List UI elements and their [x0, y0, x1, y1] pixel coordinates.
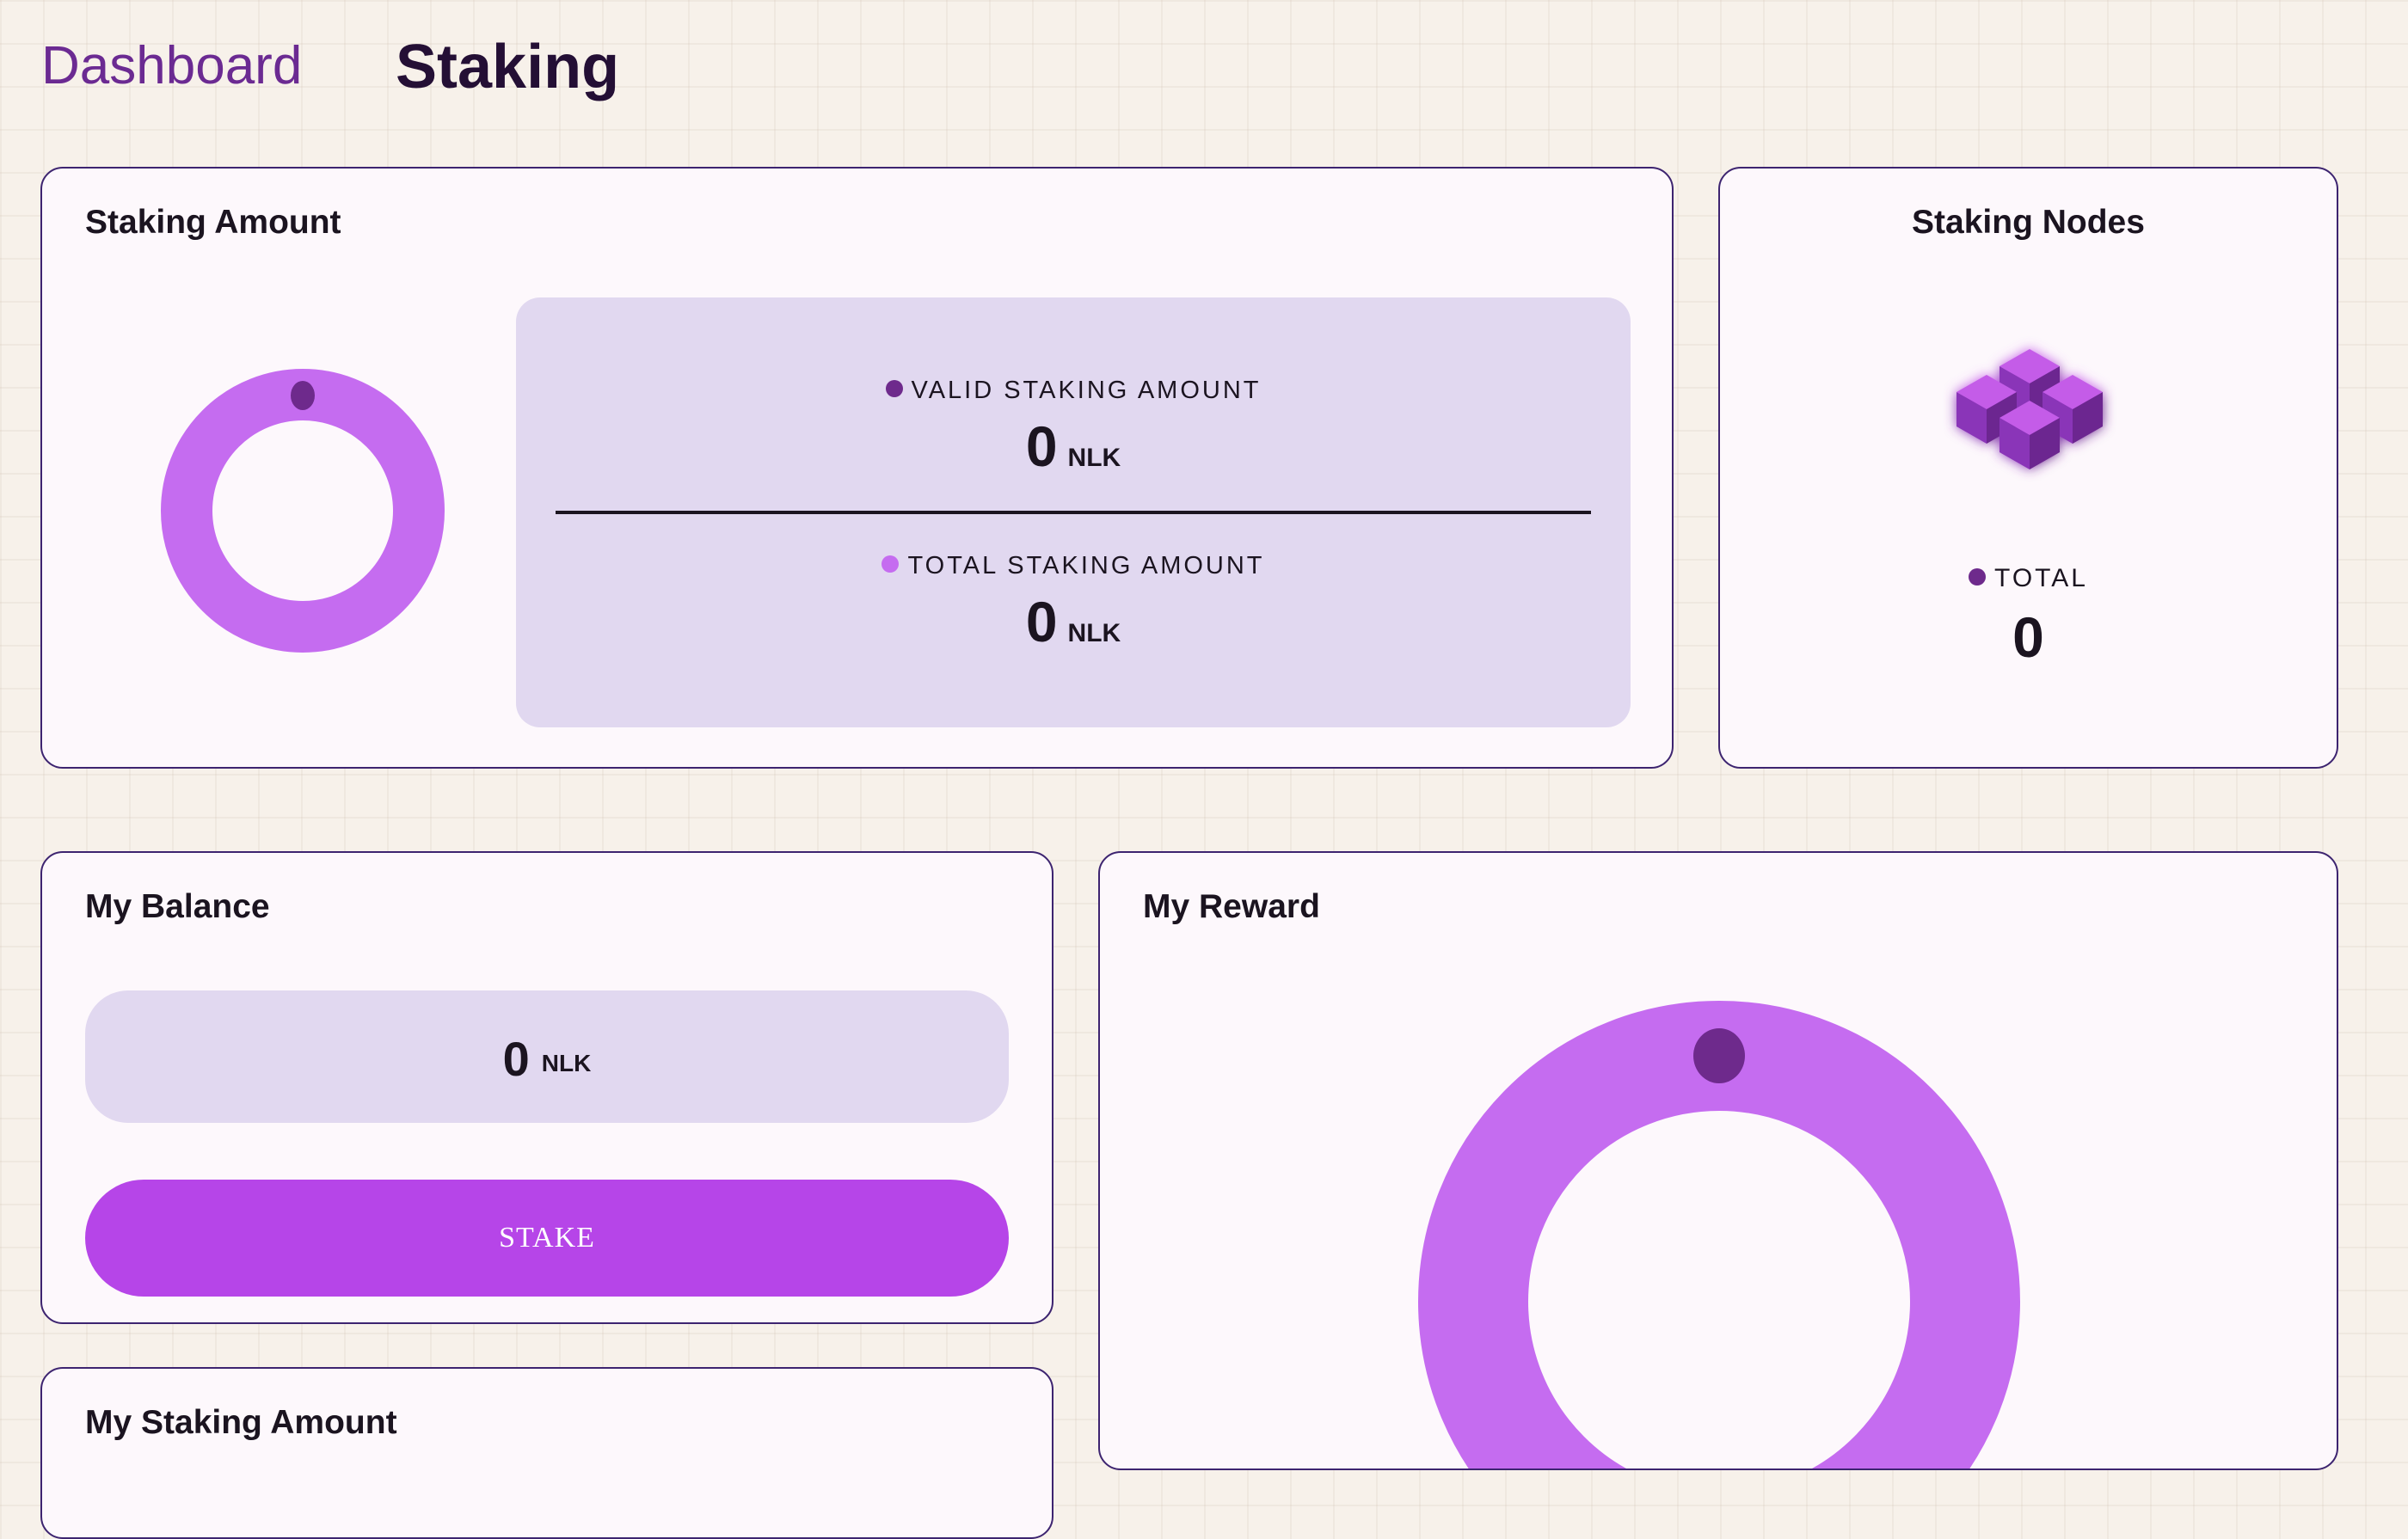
- my-staking-amount-card: My Staking Amount: [40, 1367, 1054, 1539]
- staking-stats-panel: VALID STAKING AMOUNT 0 NLK TOTAL STAKING …: [516, 297, 1631, 727]
- valid-staking-value-row: 0 NLK: [516, 418, 1631, 475]
- my-balance-card: My Balance 0 NLK STAKE: [40, 851, 1054, 1324]
- balance-value: 0: [502, 1031, 530, 1086]
- my-staking-amount-title: My Staking Amount: [85, 1404, 397, 1441]
- staking-amount-donut-chart: [161, 369, 445, 653]
- valid-staking-label-row: VALID STAKING AMOUNT: [516, 377, 1631, 405]
- staking-amount-title: Staking Amount: [85, 204, 341, 241]
- valid-staking-value: 0: [1025, 414, 1058, 478]
- nodes-total-dot-icon: [1969, 568, 1987, 586]
- total-dot-icon: [882, 555, 900, 573]
- valid-dot-icon: [885, 380, 903, 397]
- page-title: Staking: [396, 33, 620, 101]
- reward-donut-ring: [1418, 1001, 2020, 1468]
- balance-unit: NLK: [541, 1050, 592, 1076]
- valid-staking-unit: NLK: [1067, 444, 1121, 472]
- staking-donut-ring: [161, 369, 445, 653]
- nodes-total-value: 0: [2012, 605, 2044, 669]
- my-reward-donut-chart: [1418, 1001, 2020, 1468]
- nodes-total-label-row: TOTAL: [1720, 564, 2337, 593]
- balance-display: 0 NLK: [85, 990, 1009, 1123]
- total-staking-value: 0: [1025, 590, 1058, 653]
- my-reward-title: My Reward: [1143, 888, 1320, 925]
- total-staking-label-row: TOTAL STAKING AMOUNT: [516, 552, 1631, 580]
- total-staking-unit: NLK: [1067, 619, 1121, 647]
- dashboard-link[interactable]: Dashboard: [41, 40, 302, 93]
- staking-donut-marker: [291, 381, 315, 410]
- my-reward-card: My Reward: [1098, 851, 2338, 1470]
- reward-donut-marker: [1693, 1028, 1745, 1083]
- staking-amount-card: Staking Amount VALID STAKING AMOUNT 0 NLK…: [40, 167, 1674, 769]
- stats-divider: [556, 511, 1591, 514]
- stake-button[interactable]: STAKE: [85, 1180, 1009, 1297]
- staking-nodes-title: Staking Nodes: [1912, 204, 2145, 241]
- staking-nodes-card: Staking Nodes TOTAL 0: [1718, 167, 2338, 769]
- nodes-total-label: TOTAL: [1994, 564, 2088, 592]
- total-staking-value-row: 0 NLK: [516, 593, 1631, 650]
- valid-staking-label: VALID STAKING AMOUNT: [911, 377, 1262, 404]
- nodes-cubes-icon: [1956, 349, 2103, 469]
- my-balance-title: My Balance: [85, 888, 270, 925]
- total-staking-label: TOTAL STAKING AMOUNT: [907, 552, 1265, 579]
